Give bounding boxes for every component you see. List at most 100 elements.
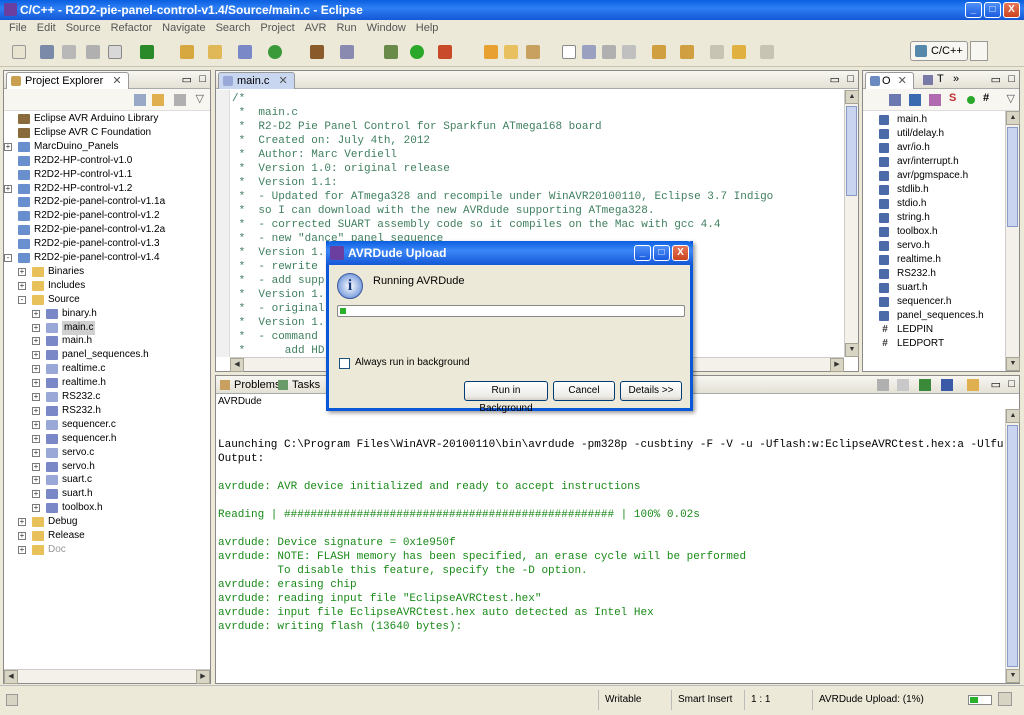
expand-icon[interactable]: +	[32, 504, 40, 513]
close-button[interactable]: X	[1003, 2, 1020, 18]
sort-icon[interactable]	[889, 94, 901, 106]
expand-icon[interactable]: +	[4, 184, 12, 193]
display-console-icon[interactable]	[941, 379, 953, 391]
menu-avr[interactable]: AVR	[300, 20, 332, 36]
minimize-button[interactable]: _	[965, 2, 982, 18]
menu-navigate[interactable]: Navigate	[157, 20, 210, 36]
scroll-up-icon[interactable]: ▲	[1006, 409, 1020, 423]
expand-icon[interactable]: +	[32, 434, 40, 443]
expand-icon[interactable]: +	[32, 365, 40, 374]
menu-run[interactable]: Run	[331, 20, 361, 36]
filter-icon[interactable]	[174, 94, 186, 106]
pilcrow-icon[interactable]	[622, 45, 636, 59]
run-icon[interactable]	[410, 45, 424, 59]
save-icon[interactable]	[40, 45, 54, 59]
build-icon[interactable]	[310, 45, 324, 59]
expand-icon[interactable]: +	[32, 393, 40, 401]
expand-icon[interactable]: +	[32, 476, 40, 485]
hide-static-icon[interactable]	[929, 94, 941, 106]
editor-scroll-thumb[interactable]	[846, 106, 857, 196]
progress-view-icon[interactable]	[998, 692, 1012, 706]
maximize-button[interactable]: □	[984, 2, 1001, 18]
menu-help[interactable]: Help	[411, 20, 444, 36]
print-icon[interactable]	[86, 45, 100, 59]
prev-annotation-icon[interactable]	[680, 45, 694, 59]
tab-project-explorer[interactable]: Project Explorer ✕	[6, 72, 129, 89]
scroll-down-icon[interactable]: ▼	[845, 343, 859, 357]
include-browser-icon[interactable]: »	[953, 73, 959, 85]
toggle-mark-icon[interactable]	[562, 45, 576, 59]
new-folder-icon[interactable]	[208, 45, 222, 59]
scroll-up-icon[interactable]: ▲	[1006, 111, 1020, 125]
external-tools-icon[interactable]	[438, 45, 452, 59]
new-class-icon[interactable]	[238, 45, 252, 59]
run-in-background-button[interactable]: Run in Background	[464, 381, 548, 414]
dialog-minimize-button[interactable]: _	[634, 245, 651, 261]
link-editor-icon[interactable]	[152, 94, 164, 106]
menu-project[interactable]: Project	[255, 20, 299, 36]
close-icon[interactable]: ✕	[278, 75, 287, 87]
expand-icon[interactable]: +	[32, 420, 40, 429]
scroll-up-icon[interactable]: ▲	[845, 90, 859, 104]
menu-source[interactable]: Source	[61, 20, 106, 36]
outline-vscrollbar[interactable]: ▲ ▼	[1005, 111, 1020, 371]
close-icon[interactable]: ✕	[112, 75, 121, 87]
open-element-icon[interactable]	[504, 45, 518, 59]
scroll-down-icon[interactable]: ▼	[1006, 669, 1020, 683]
maximize-view-icon[interactable]: □	[1008, 73, 1015, 85]
expand-icon[interactable]: +	[32, 448, 40, 457]
expand-icon[interactable]: +	[18, 545, 26, 554]
collapse-icon[interactable]: -	[18, 295, 26, 304]
status-progress-bar[interactable]	[968, 695, 992, 705]
window-title-bar[interactable]: C/C++ - R2D2-pie-panel-control-v1.4/Sour…	[0, 0, 1024, 20]
show-whitespace-icon[interactable]	[582, 45, 596, 59]
scroll-right-icon[interactable]: ▶	[830, 358, 844, 372]
perspective-cpp-button[interactable]: C/C++	[910, 41, 968, 61]
open-perspective-button[interactable]	[970, 41, 988, 61]
block-select-icon[interactable]	[602, 45, 616, 59]
pin-console-icon[interactable]	[919, 379, 931, 391]
scroll-left-icon[interactable]: ◀	[230, 358, 244, 372]
build-config-icon[interactable]	[340, 45, 354, 59]
expand-icon[interactable]: +	[18, 532, 26, 540]
binary-icon[interactable]	[108, 45, 122, 59]
minimize-view-icon[interactable]: ▭	[830, 73, 840, 86]
debug-icon[interactable]	[384, 45, 398, 59]
details-button[interactable]: Details >>	[620, 381, 682, 401]
menu-edit[interactable]: Edit	[32, 20, 61, 36]
console-vscrollbar[interactable]: ▲ ▼	[1005, 409, 1020, 683]
scroll-lock-icon[interactable]	[897, 379, 909, 391]
scroll-right-icon[interactable]: ▶	[196, 670, 210, 684]
search-icon[interactable]	[526, 45, 540, 59]
expand-icon[interactable]: +	[32, 490, 40, 499]
tab-type-hierarchy[interactable]: T	[923, 73, 944, 85]
back-icon[interactable]	[732, 45, 746, 59]
new-project-icon[interactable]	[180, 45, 194, 59]
dialog-maximize-button[interactable]: □	[653, 245, 670, 261]
dialog-title-bar[interactable]: AVRDude Upload _ □ X	[326, 241, 693, 265]
fast-view-icon[interactable]	[6, 694, 18, 706]
editor-vscrollbar[interactable]: ▲ ▼	[844, 90, 859, 357]
clear-console-icon[interactable]	[877, 379, 889, 391]
expand-icon[interactable]: +	[32, 379, 40, 388]
outline-scroll-thumb[interactable]	[1007, 127, 1018, 227]
new-icon[interactable]	[12, 45, 26, 59]
hide-public-icon[interactable]	[967, 96, 975, 104]
scroll-down-icon[interactable]: ▼	[1006, 357, 1020, 371]
expand-icon[interactable]: +	[32, 323, 40, 332]
expand-icon[interactable]: +	[18, 281, 26, 290]
expand-icon[interactable]: +	[32, 351, 40, 360]
minimize-view-icon[interactable]: ▭	[991, 378, 1001, 391]
dialog-close-button[interactable]: X	[672, 245, 689, 261]
open-type-icon[interactable]	[484, 45, 498, 59]
tab-tasks[interactable]: Tasks	[276, 377, 320, 394]
console-scroll-thumb[interactable]	[1007, 425, 1018, 667]
tab-outline[interactable]: O ✕	[865, 72, 914, 89]
menu-file[interactable]: File	[4, 20, 32, 36]
collapse-icon[interactable]: -	[4, 254, 12, 262]
explorer-hscrollbar[interactable]: ◀ ▶	[4, 669, 210, 684]
console-output[interactable]: Launching C:\Program Files\WinAVR-201001…	[218, 424, 1003, 681]
expand-icon[interactable]: +	[18, 267, 26, 276]
menu-window[interactable]: Window	[362, 20, 411, 36]
save-all-icon[interactable]	[62, 45, 76, 59]
